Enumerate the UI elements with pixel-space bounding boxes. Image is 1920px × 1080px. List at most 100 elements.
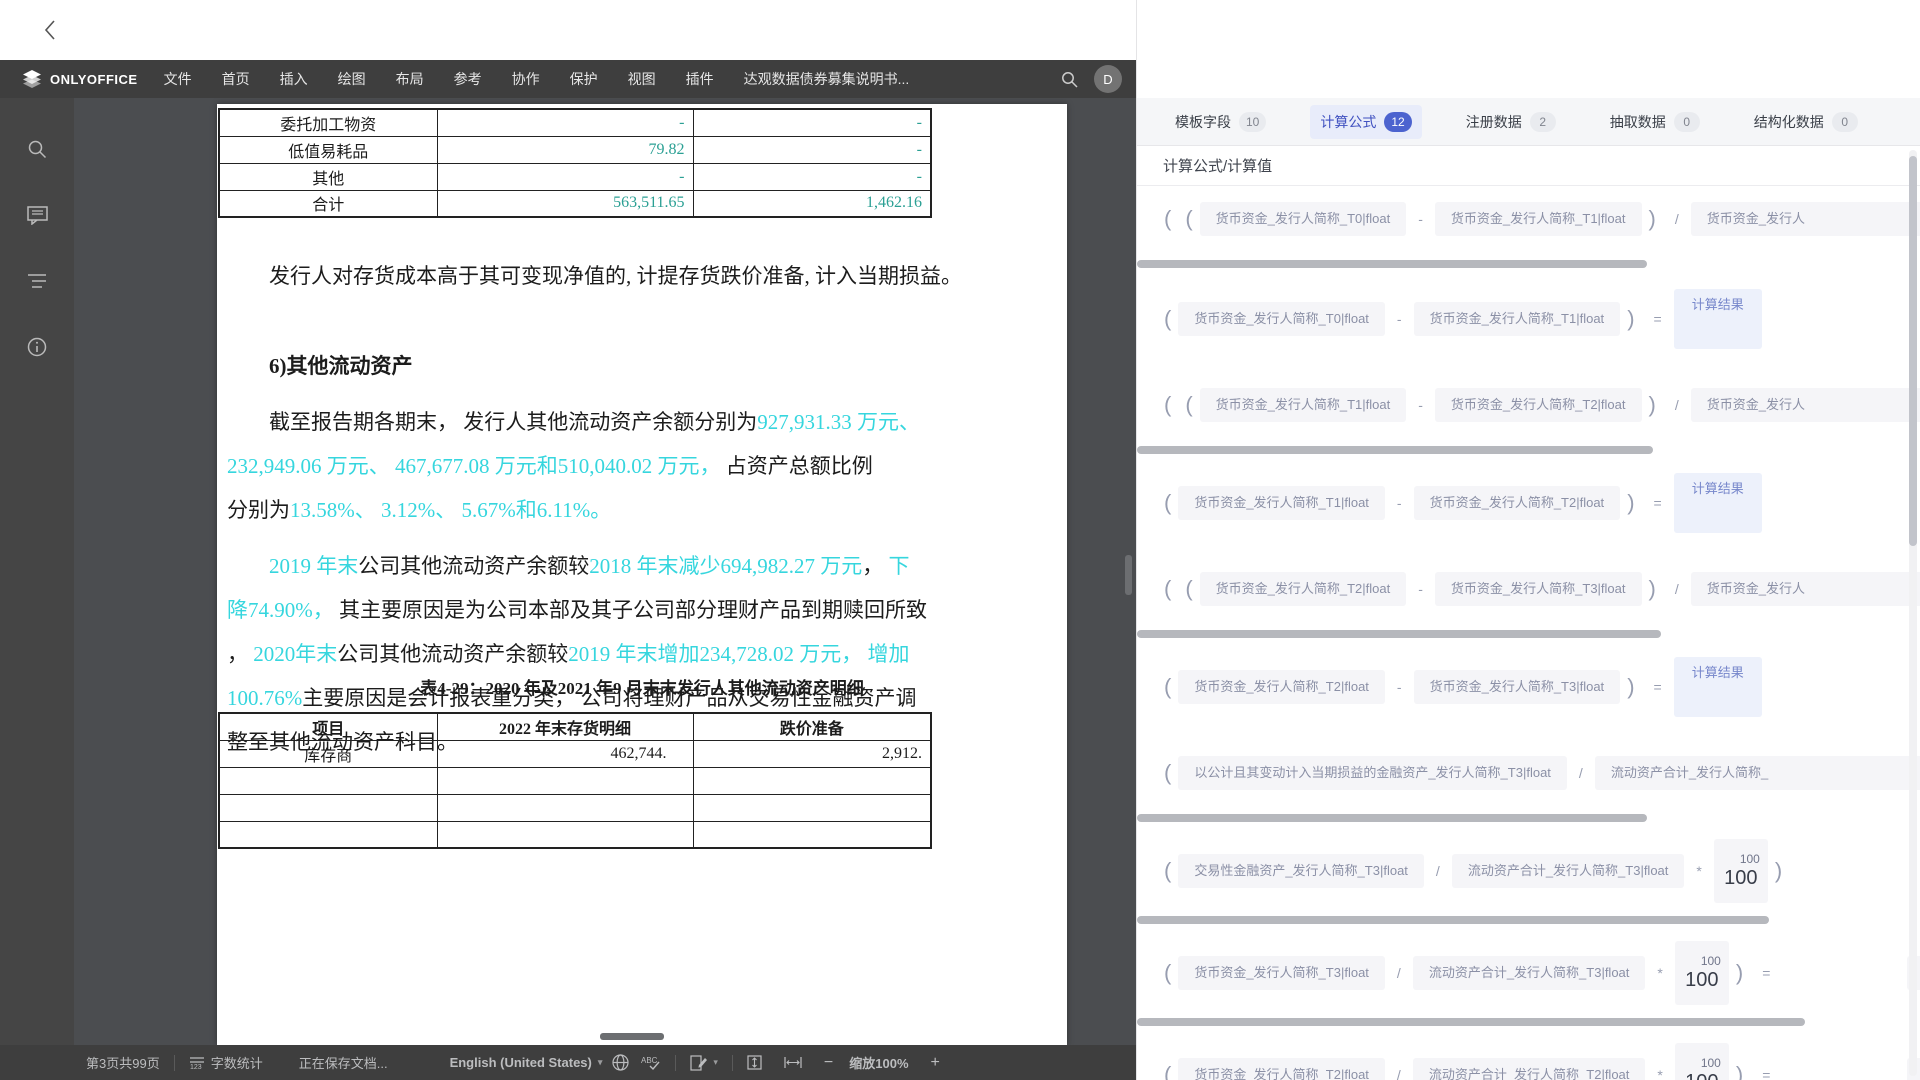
field-chip[interactable]: 货币资金_发行人简称_T2|float — [1200, 572, 1407, 606]
formula-horizontal-scrollbar[interactable] — [1137, 446, 1653, 454]
result-chip[interactable]: 计算结果 — [1674, 657, 1762, 717]
formula-horizontal-scrollbar[interactable] — [1137, 916, 1769, 924]
menu-item[interactable]: 参考 — [454, 69, 482, 89]
formula-horizontal-scrollbar[interactable] — [1137, 260, 1647, 268]
avatar[interactable]: D — [1094, 65, 1122, 93]
navigation-headings-icon[interactable] — [24, 268, 50, 294]
formula-row: (交易性金融资产_发行人简称_T3|float/流动资产合计_发行人简称_T3|… — [1137, 838, 1920, 904]
field-chip[interactable]: 流动资产合计_发行人简称_T2|float — [1413, 1058, 1646, 1080]
about-info-icon[interactable] — [24, 334, 50, 360]
page-count[interactable]: 第3页共99页 — [86, 1053, 160, 1072]
field-chip[interactable]: 货币资金_发行人简称_T2|float — [1178, 1058, 1385, 1080]
formula-row: (货币资金_发行人简称_T1|float-货币资金_发行人简称_T2|float… — [1137, 470, 1920, 536]
operator: / — [1436, 863, 1440, 879]
tab-label: 注册数据 — [1466, 112, 1522, 132]
field-chip[interactable]: 流动资产合计_发行人简称_T3|float — [1413, 956, 1646, 990]
field-chip[interactable]: 货币资金_发行人简称_T2|float — [1178, 670, 1385, 704]
field-chip[interactable]: 货币资金_发行人简称_T0|float — [1200, 202, 1407, 236]
doc-vertical-scrollbar[interactable] — [1125, 555, 1132, 595]
formula-horizontal-scrollbar[interactable] — [1137, 814, 1647, 822]
field-chip[interactable]: 货币资金_发行人简称_T1|float — [1435, 202, 1642, 236]
menu-item[interactable]: 文件 — [164, 69, 192, 89]
constant-100-chip[interactable]: 100100 — [1675, 941, 1729, 1005]
menu-item[interactable]: 布局 — [396, 69, 424, 89]
field-chip[interactable]: 货币资金_发行人简称_T1|float — [1200, 388, 1407, 422]
paren: ) — [1736, 1062, 1743, 1080]
operator: - — [1418, 397, 1423, 413]
field-chip[interactable]: 货币资金_发行人简称_T1|float — [1178, 486, 1385, 520]
field-chip[interactable]: 以公计且其变动计入当期损益的金融资产_发行人简称_T3|float — [1178, 756, 1567, 790]
result-chip[interactable]: 计算结果 — [1674, 289, 1762, 349]
constant-100-chip[interactable]: 100100 — [1675, 1043, 1729, 1080]
menu-item[interactable]: 绘图 — [338, 69, 366, 89]
operator: - — [1418, 581, 1423, 597]
field-chip[interactable]: 货币资金_发行人简称_T1|float — [1414, 302, 1621, 336]
zoom-value[interactable]: 缩放100% — [849, 1053, 908, 1072]
fit-page-button[interactable] — [747, 1055, 762, 1070]
paren: ) — [1736, 960, 1743, 986]
panel-tab-模板字段[interactable]: 模板字段10 — [1165, 105, 1276, 139]
paren: ( — [1185, 206, 1192, 232]
table-row: 库存商462,744.2,912. — [219, 740, 931, 767]
table-row: 低值易耗品79.82- — [219, 136, 931, 163]
tab-label: 计算公式 — [1320, 112, 1376, 132]
formula-horizontal-scrollbar[interactable] — [1137, 630, 1661, 638]
field-chip[interactable]: 货币资金_发行人简称_T2|float — [1414, 486, 1621, 520]
constant-100-chip[interactable]: 100100 — [1714, 839, 1768, 903]
paren: ) — [1627, 306, 1634, 332]
search-icon[interactable] — [1061, 71, 1078, 88]
field-chip-clipped[interactable]: 货币资金_发行人 — [1691, 388, 1920, 422]
menu-item[interactable]: 首页 — [222, 69, 250, 89]
table-row: 委托加工物资-- — [219, 109, 931, 136]
comments-icon[interactable] — [24, 202, 50, 228]
formula-horizontal-scrollbar[interactable] — [1137, 1018, 1805, 1026]
language-selector[interactable]: English (United States)▾ — [450, 1055, 603, 1070]
menu-item[interactable]: 保护 — [570, 69, 598, 89]
operator: - — [1397, 679, 1402, 695]
panel-tab-结构化数据[interactable]: 结构化数据0 — [1744, 105, 1868, 139]
track-changes-control[interactable]: ▾ — [690, 1055, 718, 1071]
field-chip[interactable]: 货币资金_发行人简称_T0|float — [1178, 302, 1385, 336]
menu-item[interactable]: 插件 — [686, 69, 714, 89]
table-row: 合计563,511.651,462.16 — [219, 190, 931, 217]
field-chip-clipped[interactable]: 货币资金_发行人 — [1691, 572, 1920, 606]
spellcheck-icon[interactable]: ABC — [641, 1055, 661, 1071]
fit-width-button[interactable] — [784, 1056, 802, 1069]
track-changes-icon — [690, 1055, 707, 1071]
find-icon[interactable] — [24, 136, 50, 162]
document-language-icon[interactable] — [612, 1054, 629, 1071]
field-chip[interactable]: 货币资金_发行人简称_T3|float — [1435, 572, 1642, 606]
result-chip[interactable]: 计算结果 — [1674, 473, 1762, 533]
zoom-in-button[interactable]: + — [931, 1054, 940, 1072]
doc-horizontal-scrollbar[interactable] — [600, 1033, 664, 1040]
paren: ) — [1649, 206, 1656, 232]
field-chip[interactable]: 货币资金_发行人简称_T3|float — [1414, 670, 1621, 704]
table-row — [219, 821, 931, 848]
word-count-control[interactable]: 123 字数统计 — [189, 1053, 263, 1072]
document-page[interactable]: 委托加工物资--低值易耗品79.82-其他--合计563,511.651,462… — [217, 104, 1067, 1045]
other-current-assets-detail-table: 项目2022 年末存货明细跌价准备库存商462,744.2,912. — [218, 712, 932, 849]
field-chip[interactable]: 货币资金_发行人简称_T3|float — [1178, 956, 1385, 990]
formula-row: (货币资金_发行人简称_T2|float/流动资产合计_发行人简称_T2|flo… — [1137, 1042, 1920, 1080]
operator: - — [1397, 311, 1402, 327]
menu-item[interactable]: 视图 — [628, 69, 656, 89]
tab-label: 抽取数据 — [1610, 112, 1666, 132]
field-chip[interactable]: 货币资金_发行人简称_T2|float — [1435, 388, 1642, 422]
field-chip[interactable]: 流动资产合计_发行人简称_T3|float — [1452, 854, 1685, 888]
panel-tab-抽取数据[interactable]: 抽取数据0 — [1600, 105, 1710, 139]
back-button[interactable] — [34, 14, 66, 46]
menu-item-document-title[interactable]: 达观数据债券募集说明书... — [744, 69, 910, 89]
zoom-out-button[interactable]: − — [824, 1054, 833, 1072]
menu-item[interactable]: 插入 — [280, 69, 308, 89]
saving-status: 正在保存文档... — [299, 1053, 388, 1072]
field-chip-clipped[interactable]: 货币资金_发行人 — [1691, 202, 1920, 236]
menu-item[interactable]: 协作 — [512, 69, 540, 89]
panel-scrollbar-thumb[interactable] — [1909, 156, 1917, 546]
formula-row: ((货币资金_发行人简称_T2|float-货币资金_发行人简称_T3|floa… — [1137, 570, 1920, 608]
panel-tab-计算公式[interactable]: 计算公式12 — [1310, 105, 1421, 139]
operator: * — [1696, 863, 1701, 879]
field-chip[interactable]: 交易性金融资产_发行人简称_T3|float — [1178, 854, 1424, 888]
panel-tab-注册数据[interactable]: 注册数据2 — [1456, 105, 1566, 139]
field-chip-clipped[interactable]: 流动资产合计_发行人简称_ — [1595, 756, 1920, 790]
operator: * — [1657, 965, 1662, 981]
